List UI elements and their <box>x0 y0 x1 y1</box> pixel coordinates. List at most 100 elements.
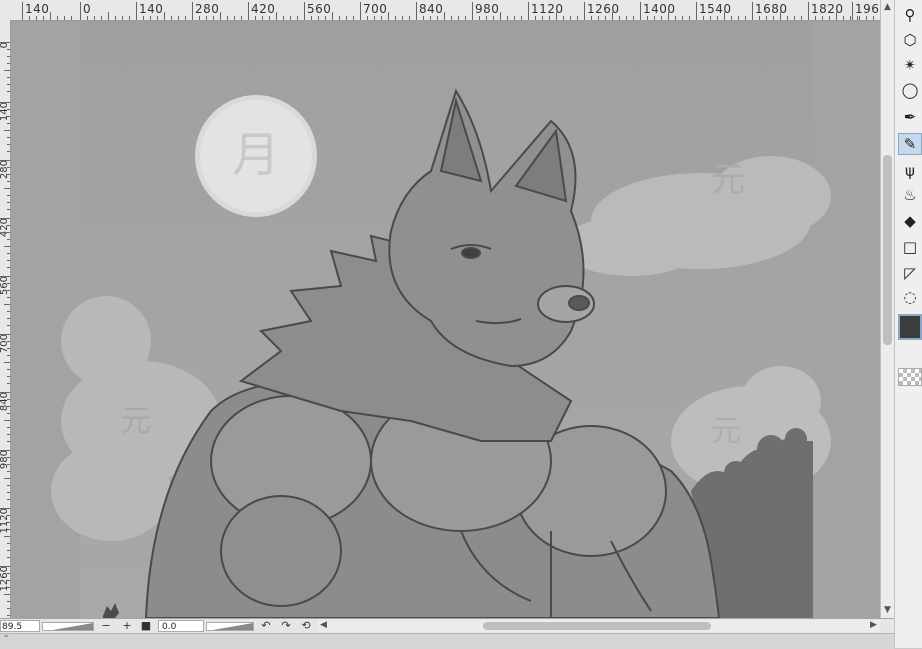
zoom-tool[interactable]: ⚲ <box>898 4 922 26</box>
auto-select-tool[interactable]: ✴ <box>898 54 922 76</box>
ruler-major-tick <box>528 2 529 20</box>
ruler-minor-tick <box>7 137 10 138</box>
rotation-slider[interactable] <box>206 622 254 631</box>
zoom-level-field[interactable]: 89.5 <box>0 620 40 632</box>
ruler-minor-tick <box>773 16 774 20</box>
ruler-minor-tick <box>206 16 207 20</box>
ruler-minor-tick <box>4 130 10 131</box>
ruler-minor-tick <box>332 12 333 20</box>
vertical-scroll-thumb[interactable] <box>883 155 892 345</box>
ruler-minor-tick <box>451 16 452 20</box>
ruler-minor-tick <box>4 362 10 363</box>
ruler-minor-tick <box>430 16 431 20</box>
ruler-minor-tick <box>7 325 10 326</box>
ruler-minor-tick <box>479 16 480 20</box>
ruler-top-label: 0 <box>83 2 92 16</box>
ruler-minor-tick <box>7 434 10 435</box>
vertical-scrollbar[interactable]: ▲ ▼ <box>880 0 894 618</box>
ruler-minor-tick <box>7 283 10 284</box>
reset-rotation-button[interactable]: ⟲ <box>299 619 313 633</box>
object-tool[interactable]: ⬡ <box>898 29 922 51</box>
ruler-minor-tick <box>241 16 242 20</box>
ruler-minor-tick <box>7 529 10 530</box>
cloud-glyph: 元 <box>121 404 151 439</box>
ruler-major-tick <box>416 2 417 20</box>
actual-size-button[interactable]: ■ <box>139 619 153 633</box>
zoom-out-button[interactable]: − <box>99 619 113 633</box>
ruler-minor-tick <box>7 202 10 203</box>
blend-tool[interactable]: ♨ <box>898 184 922 206</box>
artwork[interactable]: 月 元 元 元 <box>11 21 880 618</box>
ruler-minor-tick <box>7 84 10 85</box>
ruler-minor-tick <box>7 144 10 145</box>
scroll-down-icon[interactable]: ▼ <box>882 605 893 615</box>
ruler-minor-tick <box>7 260 10 261</box>
ruler-minor-tick <box>7 174 10 175</box>
object-select-icon: ⬡ <box>903 31 917 49</box>
ruler-minor-tick <box>213 16 214 20</box>
pencil-tool[interactable]: ✎ <box>898 133 922 155</box>
ruler-minor-tick <box>598 16 599 20</box>
rotate-left-button[interactable]: ↶ <box>259 619 273 633</box>
ruler-minor-tick <box>7 167 10 168</box>
moon: 月 <box>195 95 317 217</box>
ruler-minor-tick <box>50 12 51 20</box>
ruler-major-tick <box>80 2 81 20</box>
rotation-angle-field[interactable]: 0.0 <box>158 620 204 632</box>
zoom-in-button[interactable]: + <box>120 619 134 633</box>
lasso-tool[interactable]: ◯ <box>898 79 922 101</box>
fill-tool[interactable]: ◆ <box>898 210 922 232</box>
ruler-minor-tick <box>7 413 10 414</box>
ruler-minor-tick <box>122 16 123 20</box>
ruler-major-tick <box>136 2 137 20</box>
ruler-minor-tick <box>143 16 144 20</box>
ruler-minor-tick <box>7 573 10 574</box>
ruler-top-label: 1120 <box>531 2 564 16</box>
ruler-minor-tick <box>290 16 291 20</box>
ruler-left-label: 700 <box>0 334 10 354</box>
rotate-right-button[interactable]: ↷ <box>279 619 293 633</box>
ruler-minor-tick <box>535 16 536 20</box>
ruler-major-tick <box>248 2 249 20</box>
ruler-major-tick <box>584 2 585 20</box>
ruler-minor-tick <box>612 12 613 20</box>
ruler-minor-tick <box>759 16 760 20</box>
ruler-minor-tick <box>7 195 10 196</box>
balloon-tool[interactable]: ◌ <box>898 286 922 308</box>
ruler-minor-tick <box>4 70 10 71</box>
horizontal-scrollbar[interactable]: ◀ ▶ <box>318 620 880 632</box>
pen-tool[interactable]: ✒ <box>898 106 922 128</box>
frame-tool[interactable]: ◸ <box>898 262 922 284</box>
ruler-major-tick <box>0 102 10 103</box>
ruler-left-label: 280 <box>0 160 10 180</box>
cloud-glyph: 元 <box>711 160 745 200</box>
paint-bucket-icon: ◆ <box>904 212 916 230</box>
ruler-minor-tick <box>409 16 410 20</box>
ruler-major-tick <box>22 2 23 20</box>
collapse-chevron-icon[interactable]: ⌃ <box>2 634 10 645</box>
magnifier-icon: ⚲ <box>904 6 916 24</box>
ruler-minor-tick <box>346 16 347 20</box>
ruler-minor-tick <box>7 399 10 400</box>
ruler-minor-tick <box>7 253 10 254</box>
ruler-minor-tick <box>7 608 10 609</box>
brush-tool[interactable]: ψ <box>898 160 922 182</box>
canvas-area[interactable]: 月 元 元 元 <box>11 21 880 618</box>
ruler-minor-tick <box>164 12 165 20</box>
ruler-minor-tick <box>7 355 10 356</box>
transparent-color-swatch[interactable] <box>898 368 922 386</box>
ruler-minor-tick <box>150 16 151 20</box>
ruler-minor-tick <box>7 123 10 124</box>
ruler-minor-tick <box>29 16 30 20</box>
figure-tool[interactable]: □ <box>898 236 922 258</box>
scroll-right-icon[interactable]: ▶ <box>870 620 877 630</box>
scroll-up-icon[interactable]: ▲ <box>882 2 893 12</box>
ruler-minor-tick <box>7 376 10 377</box>
scroll-left-icon[interactable]: ◀ <box>320 620 327 630</box>
zoom-slider[interactable] <box>42 622 94 631</box>
horizontal-scroll-thumb[interactable] <box>483 622 711 630</box>
ruler-minor-tick <box>423 16 424 20</box>
ruler-minor-tick <box>458 16 459 20</box>
main-color-swatch[interactable] <box>898 314 922 340</box>
ruler-minor-tick <box>36 16 37 20</box>
